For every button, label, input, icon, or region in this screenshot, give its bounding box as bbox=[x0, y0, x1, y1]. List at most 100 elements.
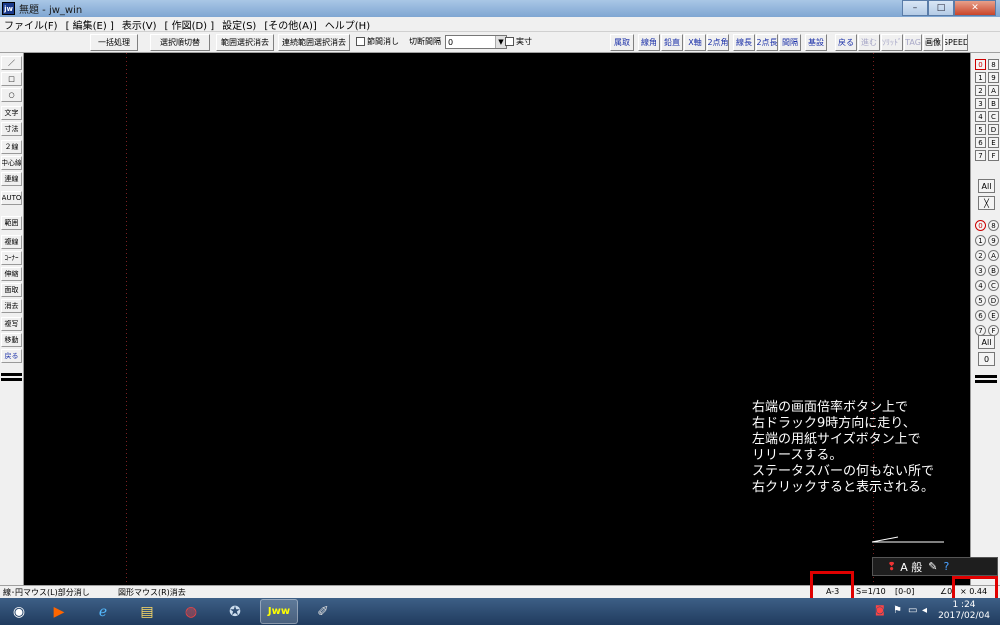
tool-stretch[interactable]: 伸縮 bbox=[1, 267, 22, 281]
layer-button[interactable]: 9 bbox=[988, 235, 999, 246]
start-orb-icon[interactable]: ◉ bbox=[2, 599, 36, 624]
layer-group-button[interactable]: 8 bbox=[988, 59, 999, 70]
layer-button[interactable]: 8 bbox=[988, 220, 999, 231]
tray-volume-icon[interactable]: ◂ bbox=[922, 605, 927, 616]
line-angle-button[interactable]: 線角 bbox=[638, 34, 660, 51]
ime-mode[interactable]: A 般 bbox=[900, 559, 922, 575]
layer-cross-button[interactable]: ╳ bbox=[978, 196, 995, 210]
maximize-button[interactable]: □ bbox=[928, 0, 954, 16]
layer-group-button[interactable]: 2 bbox=[975, 85, 986, 96]
batch-process-button[interactable]: 一括処理 bbox=[90, 34, 138, 51]
title-bar[interactable]: jw 無題 - jw_win – □ ✕ bbox=[0, 0, 1000, 17]
tool-text[interactable]: 文字 bbox=[1, 106, 22, 120]
tag-button[interactable]: TAG bbox=[904, 34, 922, 51]
segment-erase-checkbox[interactable]: 節間消し bbox=[356, 36, 399, 47]
forward-button[interactable]: 進む bbox=[858, 34, 880, 51]
layer-group-button[interactable]: 1 bbox=[975, 72, 986, 83]
image-button[interactable]: 画像 bbox=[923, 34, 943, 51]
drawing-canvas[interactable] bbox=[25, 53, 970, 585]
help-icon[interactable]: ? bbox=[943, 560, 949, 573]
two-point-length-button[interactable]: 2点長 bbox=[756, 34, 778, 51]
layer-group-button[interactable]: C bbox=[988, 111, 999, 122]
tool-erase[interactable]: 消去 bbox=[1, 299, 22, 313]
layer-group-button[interactable]: E bbox=[988, 137, 999, 148]
actual-size-checkbox[interactable]: 実寸 bbox=[505, 36, 532, 47]
tool-rectangle[interactable]: □ bbox=[1, 72, 22, 86]
tray-antivirus-icon[interactable]: ◙ bbox=[875, 605, 885, 616]
layer-group-button[interactable]: 7 bbox=[975, 150, 986, 161]
internet-explorer-icon[interactable]: ℯ bbox=[84, 599, 122, 624]
continuous-range-erase-button[interactable]: 連続範囲選択消去 bbox=[278, 34, 350, 51]
tool-copy[interactable]: 複写 bbox=[1, 317, 22, 331]
layer-button[interactable]: 5 bbox=[975, 295, 986, 306]
two-point-angle-button[interactable]: 2点角 bbox=[707, 34, 729, 51]
layer-group-button[interactable]: 0 bbox=[975, 59, 986, 70]
layer-status[interactable]: [0-0] bbox=[895, 587, 914, 596]
layer-button[interactable]: 1 bbox=[975, 235, 986, 246]
tool-move[interactable]: 移動 bbox=[1, 333, 22, 347]
layer-button[interactable]: 6 bbox=[975, 310, 986, 321]
base-set-button[interactable]: 基設 bbox=[805, 34, 827, 51]
layer-group-button[interactable]: F bbox=[988, 150, 999, 161]
paint-icon[interactable]: ✐ bbox=[304, 599, 342, 624]
layer-group-button[interactable]: 3 bbox=[975, 98, 986, 109]
line-weight-indicator[interactable] bbox=[975, 375, 997, 383]
layer-button[interactable]: 3 bbox=[975, 265, 986, 276]
layer-group-button[interactable]: 9 bbox=[988, 72, 999, 83]
layer-all-button[interactable]: All bbox=[978, 179, 995, 193]
tool-range[interactable]: 範囲 bbox=[1, 216, 22, 230]
menu-file[interactable]: ファイル(F) bbox=[0, 17, 62, 32]
line-weight-indicator[interactable] bbox=[1, 373, 22, 381]
close-button[interactable]: ✕ bbox=[954, 0, 996, 16]
interval-button[interactable]: 間隔 bbox=[779, 34, 801, 51]
tool-undo[interactable]: 戻る bbox=[1, 349, 22, 363]
speed-button[interactable]: SPEED bbox=[944, 34, 968, 51]
back-button[interactable]: 戻る bbox=[835, 34, 857, 51]
layer-button[interactable]: 2 bbox=[975, 250, 986, 261]
tool-line[interactable]: ／ bbox=[1, 56, 22, 70]
taskbar-clock[interactable]: 1 :24 2017/02/04 bbox=[930, 600, 998, 622]
tool-dimension[interactable]: 寸法 bbox=[1, 122, 22, 136]
minimize-button[interactable]: – bbox=[902, 0, 928, 16]
layer-button[interactable]: E bbox=[988, 310, 999, 321]
layer-zero-button[interactable]: 0 bbox=[978, 352, 995, 366]
menu-help[interactable]: ヘルプ(H) bbox=[321, 17, 374, 32]
menu-settings[interactable]: 設定(S) bbox=[218, 17, 260, 32]
tool-auto[interactable]: AUTO bbox=[1, 191, 22, 205]
x-axis-button[interactable]: X軸 bbox=[684, 34, 706, 51]
menu-edit[interactable]: [ 編集(E) ] bbox=[62, 17, 118, 32]
layer-group-button[interactable]: 5 bbox=[975, 124, 986, 135]
tool-offset[interactable]: 複線 bbox=[1, 235, 22, 249]
ime-tools-icon[interactable]: ✎ bbox=[928, 560, 937, 573]
chrome-icon[interactable]: ◍ bbox=[172, 599, 210, 624]
line-length-button[interactable]: 線長 bbox=[733, 34, 755, 51]
messenger-icon[interactable]: ✪ bbox=[216, 599, 254, 624]
layer-group-button[interactable]: B bbox=[988, 98, 999, 109]
selection-order-button[interactable]: 選択順切替 bbox=[150, 34, 210, 51]
layer-all-button[interactable]: All bbox=[978, 335, 995, 349]
tray-flag-icon[interactable]: ⚑ bbox=[893, 605, 902, 616]
layer-button[interactable]: 4 bbox=[975, 280, 986, 291]
cut-interval-select[interactable]: 0 ▼ bbox=[445, 35, 507, 49]
media-player-icon[interactable]: ▶ bbox=[40, 599, 78, 624]
solid-button[interactable]: ｿﾘｯﾄﾞ bbox=[881, 34, 903, 51]
file-explorer-icon[interactable]: ▤ bbox=[128, 599, 166, 624]
vertical-button[interactable]: 鉛直 bbox=[661, 34, 683, 51]
tray-network-icon[interactable]: ▭ bbox=[908, 605, 917, 616]
tool-corner[interactable]: ｺｰﾅｰ bbox=[1, 251, 22, 265]
layer-button[interactable]: A bbox=[988, 250, 999, 261]
scale-button[interactable]: S=1/10 bbox=[856, 587, 886, 596]
tool-center-line[interactable]: 中心線 bbox=[1, 156, 22, 170]
layer-group-button[interactable]: 6 bbox=[975, 137, 986, 148]
tool-continuous-line[interactable]: 連線 bbox=[1, 172, 22, 186]
jw-cad-taskbar-icon[interactable]: Jww bbox=[260, 599, 298, 624]
attribute-pick-button[interactable]: 属取 bbox=[610, 34, 634, 51]
angle-status[interactable]: ∠0 bbox=[940, 587, 952, 596]
tool-circle[interactable]: ○ bbox=[1, 88, 22, 102]
layer-button[interactable]: B bbox=[988, 265, 999, 276]
layer-button[interactable]: C bbox=[988, 280, 999, 291]
ime-language-bar[interactable]: ❢ A 般 ✎ ? bbox=[872, 557, 998, 576]
tool-double-line[interactable]: ２線 bbox=[1, 140, 22, 154]
layer-group-button[interactable]: D bbox=[988, 124, 999, 135]
layer-button[interactable]: D bbox=[988, 295, 999, 306]
